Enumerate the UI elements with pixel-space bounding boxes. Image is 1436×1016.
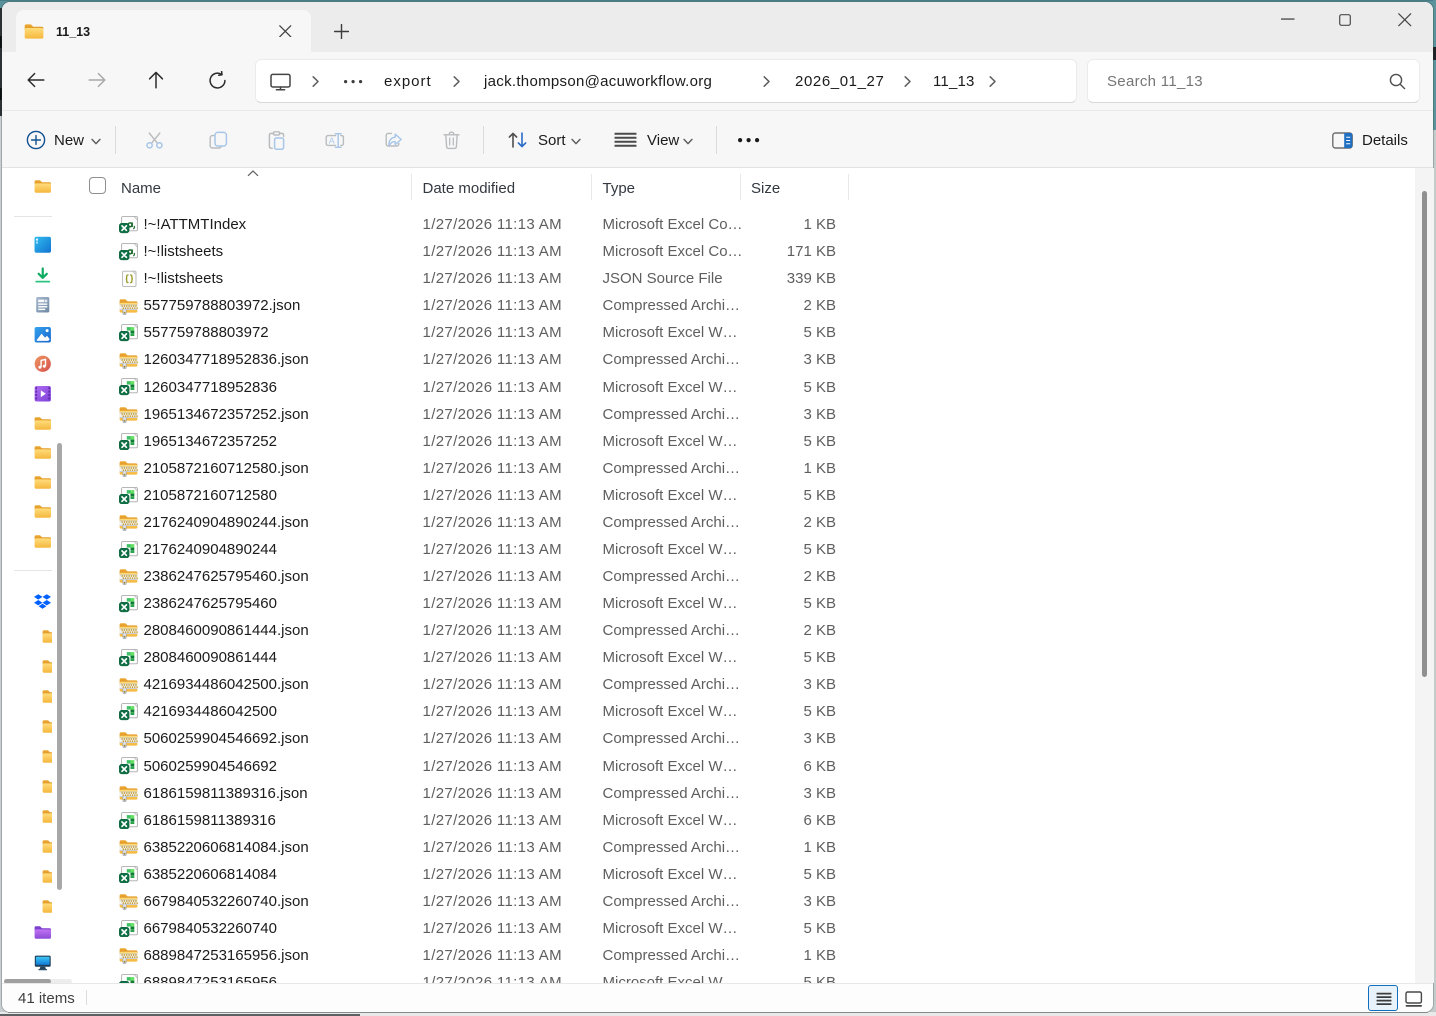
svg-text:A: A xyxy=(328,135,334,145)
